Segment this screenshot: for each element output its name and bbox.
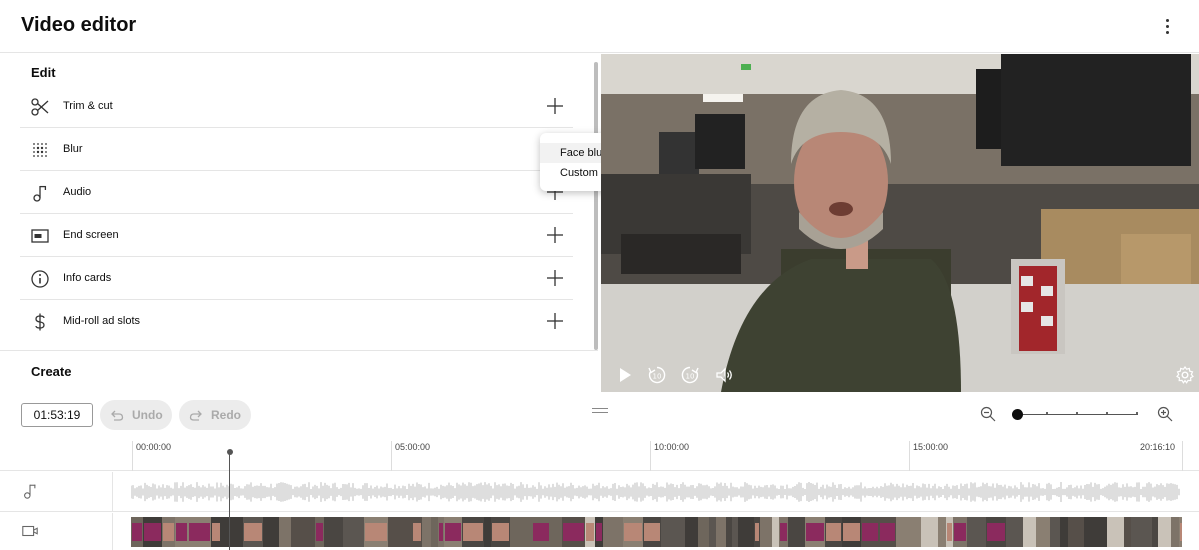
plus-icon[interactable] <box>546 269 564 287</box>
zoom-tick <box>1046 412 1048 414</box>
zoom-in-icon[interactable] <box>1157 406 1173 422</box>
edit-row-label: Audio <box>63 186 92 198</box>
video-filmstrip <box>131 517 1182 547</box>
plus-icon[interactable] <box>546 312 564 330</box>
scissors-icon <box>31 98 49 116</box>
edit-row-audio[interactable]: Audio <box>20 171 573 214</box>
play-icon[interactable] <box>615 365 635 385</box>
zoom-slider-knob[interactable] <box>1012 409 1023 420</box>
zoom-tick <box>1076 412 1078 414</box>
video-frame <box>601 54 1199 392</box>
ruler-tick <box>391 441 392 471</box>
edit-row-mid-roll[interactable]: Mid-roll ad slots <box>20 300 573 343</box>
blur-icon <box>33 143 47 157</box>
ruler-label: 15:00:00 <box>913 442 949 452</box>
redo-button[interactable]: Redo <box>179 400 251 430</box>
edit-row-label: Mid-roll ad slots <box>63 315 141 327</box>
more-vert-icon[interactable] <box>1157 15 1177 37</box>
audio-waveform <box>131 482 1180 502</box>
edit-tools-list: Trim & cut Blur Audio End screen Info ca… <box>20 85 573 343</box>
ruler-tick <box>909 441 910 471</box>
undo-icon <box>111 410 124 421</box>
rewind-10-icon[interactable]: 10 <box>647 365 667 385</box>
ruler-label: 10:00:00 <box>654 442 690 452</box>
ruler-label: 20:16:10 <box>1140 442 1176 452</box>
plus-icon[interactable] <box>546 97 564 115</box>
forward-10-icon[interactable]: 10 <box>680 365 700 385</box>
app-header: Video editor <box>0 0 1199 53</box>
ruler-label: 05:00:00 <box>395 442 431 452</box>
audio-track[interactable] <box>0 472 1199 512</box>
info-icon <box>31 270 49 288</box>
edit-row-label: Trim & cut <box>63 100 113 112</box>
video-track[interactable] <box>0 513 1199 550</box>
create-section-title: Create <box>31 364 72 379</box>
volume-icon[interactable] <box>714 365 734 385</box>
track-divider <box>112 513 113 550</box>
end-screen-icon <box>31 229 49 243</box>
panel-scrollbar[interactable] <box>594 62 598 350</box>
zoom-tick <box>1136 412 1138 414</box>
edit-row-blur[interactable]: Blur <box>20 128 573 171</box>
settings-icon[interactable] <box>1175 365 1195 385</box>
playhead[interactable] <box>229 452 230 550</box>
edit-row-label: Info cards <box>63 272 112 284</box>
video-camera-icon <box>22 525 38 537</box>
edit-section-title: Edit <box>31 65 56 80</box>
current-time-field[interactable]: 01:53:19 <box>21 403 93 427</box>
zoom-tick <box>1106 412 1108 414</box>
ruler-tick <box>1182 441 1183 471</box>
svg-text:10: 10 <box>653 373 662 381</box>
zoom-slider-track[interactable] <box>1018 414 1138 415</box>
undo-label: Undo <box>132 408 163 422</box>
ruler-tick <box>132 441 133 471</box>
track-divider <box>112 472 113 511</box>
ruler-label: 00:00:00 <box>136 442 172 452</box>
edit-row-info-cards[interactable]: Info cards <box>20 257 573 300</box>
section-divider <box>0 350 598 351</box>
redo-label: Redo <box>211 408 241 422</box>
timeline-ruler[interactable]: 00:00:00 05:00:00 10:00:00 15:00:00 20:1… <box>0 437 1199 471</box>
video-preview[interactable]: 10 10 <box>601 54 1199 392</box>
svg-text:10: 10 <box>686 373 695 381</box>
playhead-handle[interactable] <box>227 449 233 455</box>
redo-icon <box>189 410 202 421</box>
resize-handle[interactable] <box>592 408 608 416</box>
ruler-tick <box>650 441 651 471</box>
music-note-icon <box>33 185 47 202</box>
plus-icon[interactable] <box>546 226 564 244</box>
edit-row-label: Blur <box>63 143 83 155</box>
undo-button[interactable]: Undo <box>100 400 172 430</box>
edit-row-label: End screen <box>63 229 119 241</box>
zoom-out-icon[interactable] <box>980 406 996 422</box>
timeline-toolbar: 01:53:19 Undo Redo <box>0 393 1199 437</box>
music-note-icon <box>24 484 36 499</box>
dollar-icon <box>35 313 45 331</box>
edit-row-end-screen[interactable]: End screen <box>20 214 573 257</box>
page-title: Video editor <box>21 14 137 36</box>
edit-row-trim[interactable]: Trim & cut <box>20 85 573 128</box>
